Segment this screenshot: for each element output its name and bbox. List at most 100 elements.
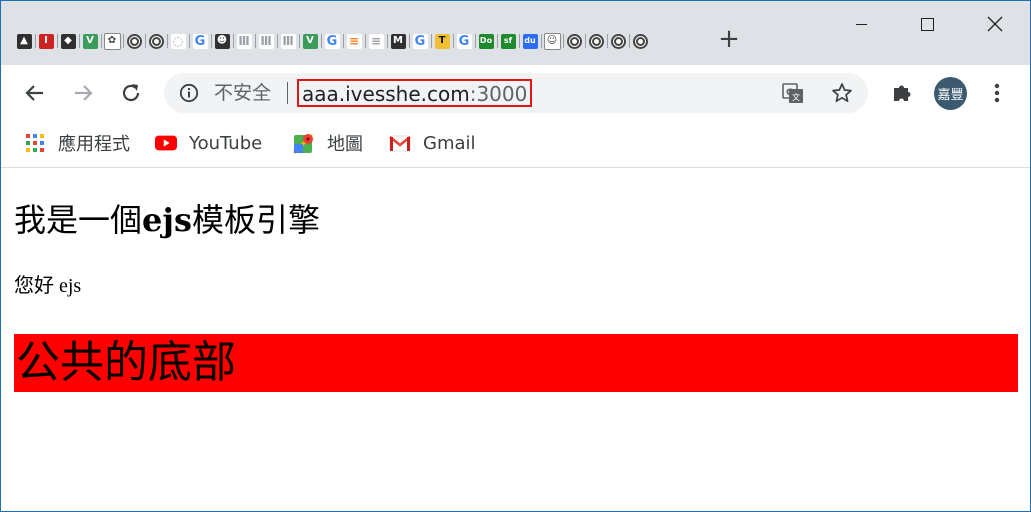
google-icon: G — [192, 33, 208, 49]
security-status[interactable]: 不安全 — [214, 81, 271, 105]
heading-bold: ejs — [142, 201, 192, 239]
omnibox-separator — [287, 82, 288, 104]
bookmark-youtube[interactable]: YouTube — [155, 129, 262, 157]
google-icon: G — [456, 33, 472, 49]
sf-icon: sf — [500, 33, 516, 49]
bookmarks-bar: 應用程式 YouTube 地圖 Gmail — [1, 121, 1030, 168]
google-icon: G — [324, 33, 340, 49]
address-bar[interactable]: 不安全 aaa.ivesshe.com:3000 G 文 — [164, 73, 868, 113]
browser-tab[interactable]: ≡ — [343, 27, 365, 55]
tab-strip: ▲ I ◆ V ✿ ◌ G ☻ Ⅲ Ⅲ Ⅲ V G ≡ ≡ M G T G Do sf du ☺ + — [1, 1, 1030, 65]
browser-tab[interactable]: V — [299, 27, 321, 55]
google-icon: G — [412, 33, 428, 49]
svg-text:文: 文 — [792, 92, 800, 102]
browser-tab[interactable]: ▲ — [13, 27, 35, 55]
back-button[interactable] — [15, 73, 55, 113]
browser-tab[interactable]: ◆ — [57, 27, 79, 55]
heading-prefix: 我是一個 — [14, 201, 143, 239]
ring-icon — [588, 33, 604, 49]
ring-icon — [610, 33, 626, 49]
browser-tab[interactable]: Ⅲ — [255, 27, 277, 55]
lines-icon: ≡ — [368, 33, 384, 49]
baidu-icon: du — [522, 33, 538, 49]
browser-tab[interactable] — [585, 27, 607, 55]
maps-icon — [293, 132, 315, 154]
bookmark-star-icon[interactable] — [830, 81, 854, 105]
browser-tab[interactable]: G — [321, 27, 343, 55]
tab-list: ▲ I ◆ V ✿ ◌ G ☻ Ⅲ Ⅲ Ⅲ V G ≡ ≡ M G T G Do sf du ☺ — [13, 27, 651, 55]
maximize-icon — [920, 17, 934, 31]
ring-icon — [566, 33, 582, 49]
browser-tab[interactable]: Ⅲ — [277, 27, 299, 55]
kebab-menu-icon — [994, 83, 1000, 103]
browser-tab[interactable]: Ⅲ — [233, 27, 255, 55]
drop-icon: ◌ — [170, 33, 186, 49]
browser-tab[interactable]: G — [189, 27, 211, 55]
face-icon: ☺ — [543, 32, 561, 50]
mascot-icon: ✿ — [103, 32, 121, 50]
browser-tab[interactable]: T — [431, 27, 453, 55]
dark-avatar-icon: ▲ — [16, 33, 32, 49]
browser-tab[interactable] — [629, 27, 651, 55]
browser-tab[interactable]: ✿ — [101, 27, 123, 55]
browser-tab[interactable]: ◌ — [167, 27, 189, 55]
browser-tab[interactable]: ☻ — [211, 27, 233, 55]
new-tab-button[interactable]: + — [715, 24, 743, 54]
browser-tab[interactable]: sf — [497, 27, 519, 55]
menu-button[interactable] — [977, 73, 1017, 113]
forward-arrow-icon — [75, 85, 93, 101]
browser-tab[interactable] — [123, 27, 145, 55]
docs-icon: Do — [478, 33, 494, 49]
forward-button[interactable] — [63, 73, 103, 113]
ring-icon — [126, 33, 142, 49]
android-icon: ☻ — [214, 33, 230, 49]
profile-avatar[interactable]: 嘉豐 — [934, 77, 967, 110]
bookmark-label: Gmail — [423, 132, 476, 154]
browser-toolbar: 不安全 aaa.ivesshe.com:3000 G 文 嘉豐 — [1, 65, 1030, 121]
browser-tab[interactable]: Do — [475, 27, 497, 55]
page-heading: 我是一個ejs模板引擎 — [14, 200, 320, 240]
bookmark-label: 地圖 — [327, 134, 363, 155]
heading-suffix: 模板引擎 — [191, 201, 320, 239]
bookmark-maps[interactable]: 地圖 — [293, 129, 363, 157]
t-icon: T — [434, 33, 450, 49]
browser-tab[interactable]: du — [519, 27, 541, 55]
browser-tab[interactable] — [145, 27, 167, 55]
browser-tab[interactable]: G — [409, 27, 431, 55]
laurel-icon: Ⅲ — [236, 33, 252, 49]
browser-tab[interactable]: V — [79, 27, 101, 55]
browser-tab[interactable]: M — [387, 27, 409, 55]
laurel-icon: Ⅲ — [280, 33, 296, 49]
maximize-button[interactable] — [893, 1, 961, 47]
browser-tab[interactable] — [607, 27, 629, 55]
url-text[interactable]: aaa.ivesshe.com:3000 — [297, 79, 533, 107]
gmail-icon — [389, 132, 411, 154]
browser-tab[interactable]: ≡ — [365, 27, 387, 55]
browser-tab[interactable] — [563, 27, 585, 55]
puzzle-icon — [894, 85, 911, 101]
page-content: 我是一個ejs模板引擎 您好 ejs 公共的底部 — [1, 168, 1030, 511]
translate-icon[interactable]: G 文 — [781, 81, 805, 105]
bookmark-gmail[interactable]: Gmail — [389, 129, 476, 157]
ring-icon — [148, 33, 164, 49]
reload-button[interactable] — [111, 73, 151, 113]
browser-tab[interactable]: I — [35, 27, 57, 55]
ring-icon — [632, 33, 648, 49]
greeting-text: 您好 ejs — [14, 275, 82, 297]
apps-grid-icon — [24, 132, 46, 154]
info-icon[interactable] — [178, 82, 200, 104]
browser-tab[interactable]: G — [453, 27, 475, 55]
close-window-button[interactable] — [961, 1, 1029, 47]
url-host: aaa.ivesshe.com — [302, 82, 470, 106]
vue-icon: V — [82, 33, 98, 49]
medium-icon: M — [390, 33, 406, 49]
bookmark-label: 應用程式 — [58, 134, 130, 155]
vue-icon: V — [302, 33, 318, 49]
back-arrow-icon — [25, 85, 43, 101]
extensions-button[interactable] — [882, 73, 922, 113]
laurel-icon: Ⅲ — [258, 33, 274, 49]
minimize-button[interactable] — [827, 1, 895, 47]
common-footer: 公共的底部 — [14, 334, 1018, 392]
browser-tab[interactable]: ☺ — [541, 27, 563, 55]
bookmark-apps[interactable]: 應用程式 — [24, 129, 130, 157]
